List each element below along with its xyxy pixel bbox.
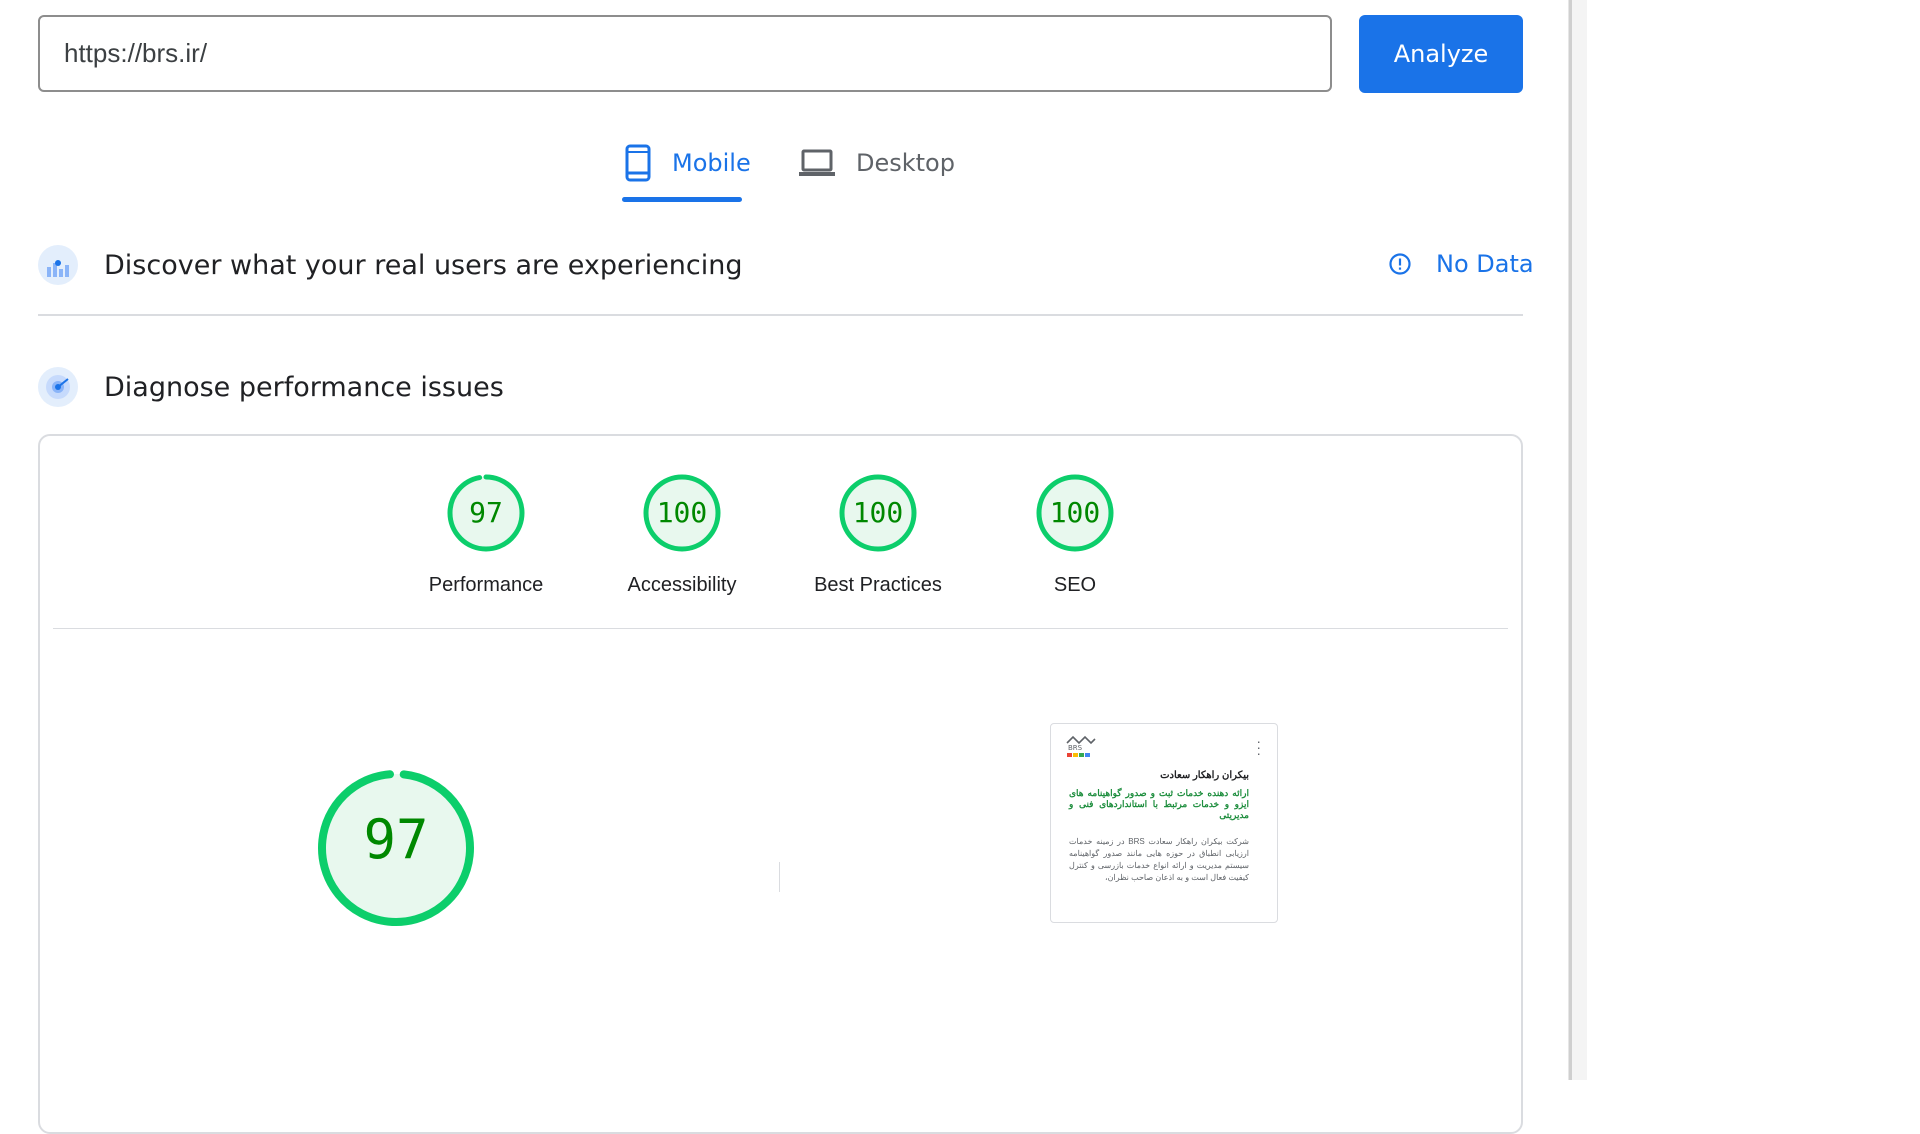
diagnose-title: Diagnose performance issues [104,371,504,403]
score-value: 100 [852,496,904,529]
tab-mobile[interactable]: Mobile [624,140,751,186]
tab-mobile-label: Mobile [672,149,751,177]
score-gauge-performance[interactable]: 97 Performance [386,472,586,597]
preview-subtitle: ارائه دهنده خدمات ثبت و صدور گواهینامه ه… [1069,788,1249,820]
info-icon [1388,252,1412,276]
performance-score-large: 97 [363,808,429,871]
score-value: 100 [656,496,708,529]
field-data-icon [38,245,78,285]
right-blank-area [1586,0,1920,1080]
page-content: https://brs.ir/ Analyze Mobile Desktop D… [0,0,1568,1134]
score-ring: 97 [445,472,527,554]
performance-score-gauge-large: 97 [316,768,476,928]
real-users-section-header: Discover what your real users are experi… [38,245,743,285]
preview-site-title: بیکران راهکار سعادت [1160,770,1249,781]
score-value: 100 [1049,496,1101,529]
svg-text:BRS: BRS [1068,744,1083,752]
tab-desktop[interactable]: Desktop [798,140,955,186]
score-gauge-best-practices[interactable]: 100 Best Practices [778,472,978,597]
score-gauge-seo[interactable]: 100 SEO [975,472,1175,597]
card-divider [53,628,1508,629]
section-divider [38,314,1523,316]
analyze-button[interactable]: Analyze [1359,15,1523,93]
preview-body-text: شرکت بیکران راهکار سعادت BRS در زمینه خد… [1069,837,1250,882]
no-data-label: No Data [1436,250,1534,278]
score-label: Accessibility [627,574,737,596]
brs-logo: BRS [1065,734,1097,758]
score-label: SEO [1053,574,1097,596]
no-data-status[interactable]: No Data [1388,250,1534,278]
score-ring: 100 [1034,472,1116,554]
page-screenshot-preview[interactable]: BRS · · · بیکران راهکار سعادت ارائه دهنده … [1050,723,1278,923]
more-vert-icon: · · · [1256,733,1261,761]
laptop-icon [798,148,836,178]
metrics-divider [779,862,780,892]
scrollbar-thumb[interactable] [1569,0,1572,1080]
diagnose-section-header: Diagnose performance issues [38,367,504,407]
real-users-title: Discover what your real users are experi… [104,249,743,281]
score-label: Performance [428,574,544,596]
url-input[interactable]: https://brs.ir/ [38,15,1332,92]
tab-desktop-label: Desktop [856,149,955,177]
score-label: Best Practices [814,574,942,596]
score-value: 97 [469,496,503,529]
score-ring: 100 [641,472,723,554]
smartphone-icon [624,144,652,182]
score-ring: 100 [837,472,919,554]
lab-data-icon [38,367,78,407]
score-gauge-accessibility[interactable]: 100 Accessibility [582,472,782,597]
active-tab-indicator [622,197,742,202]
